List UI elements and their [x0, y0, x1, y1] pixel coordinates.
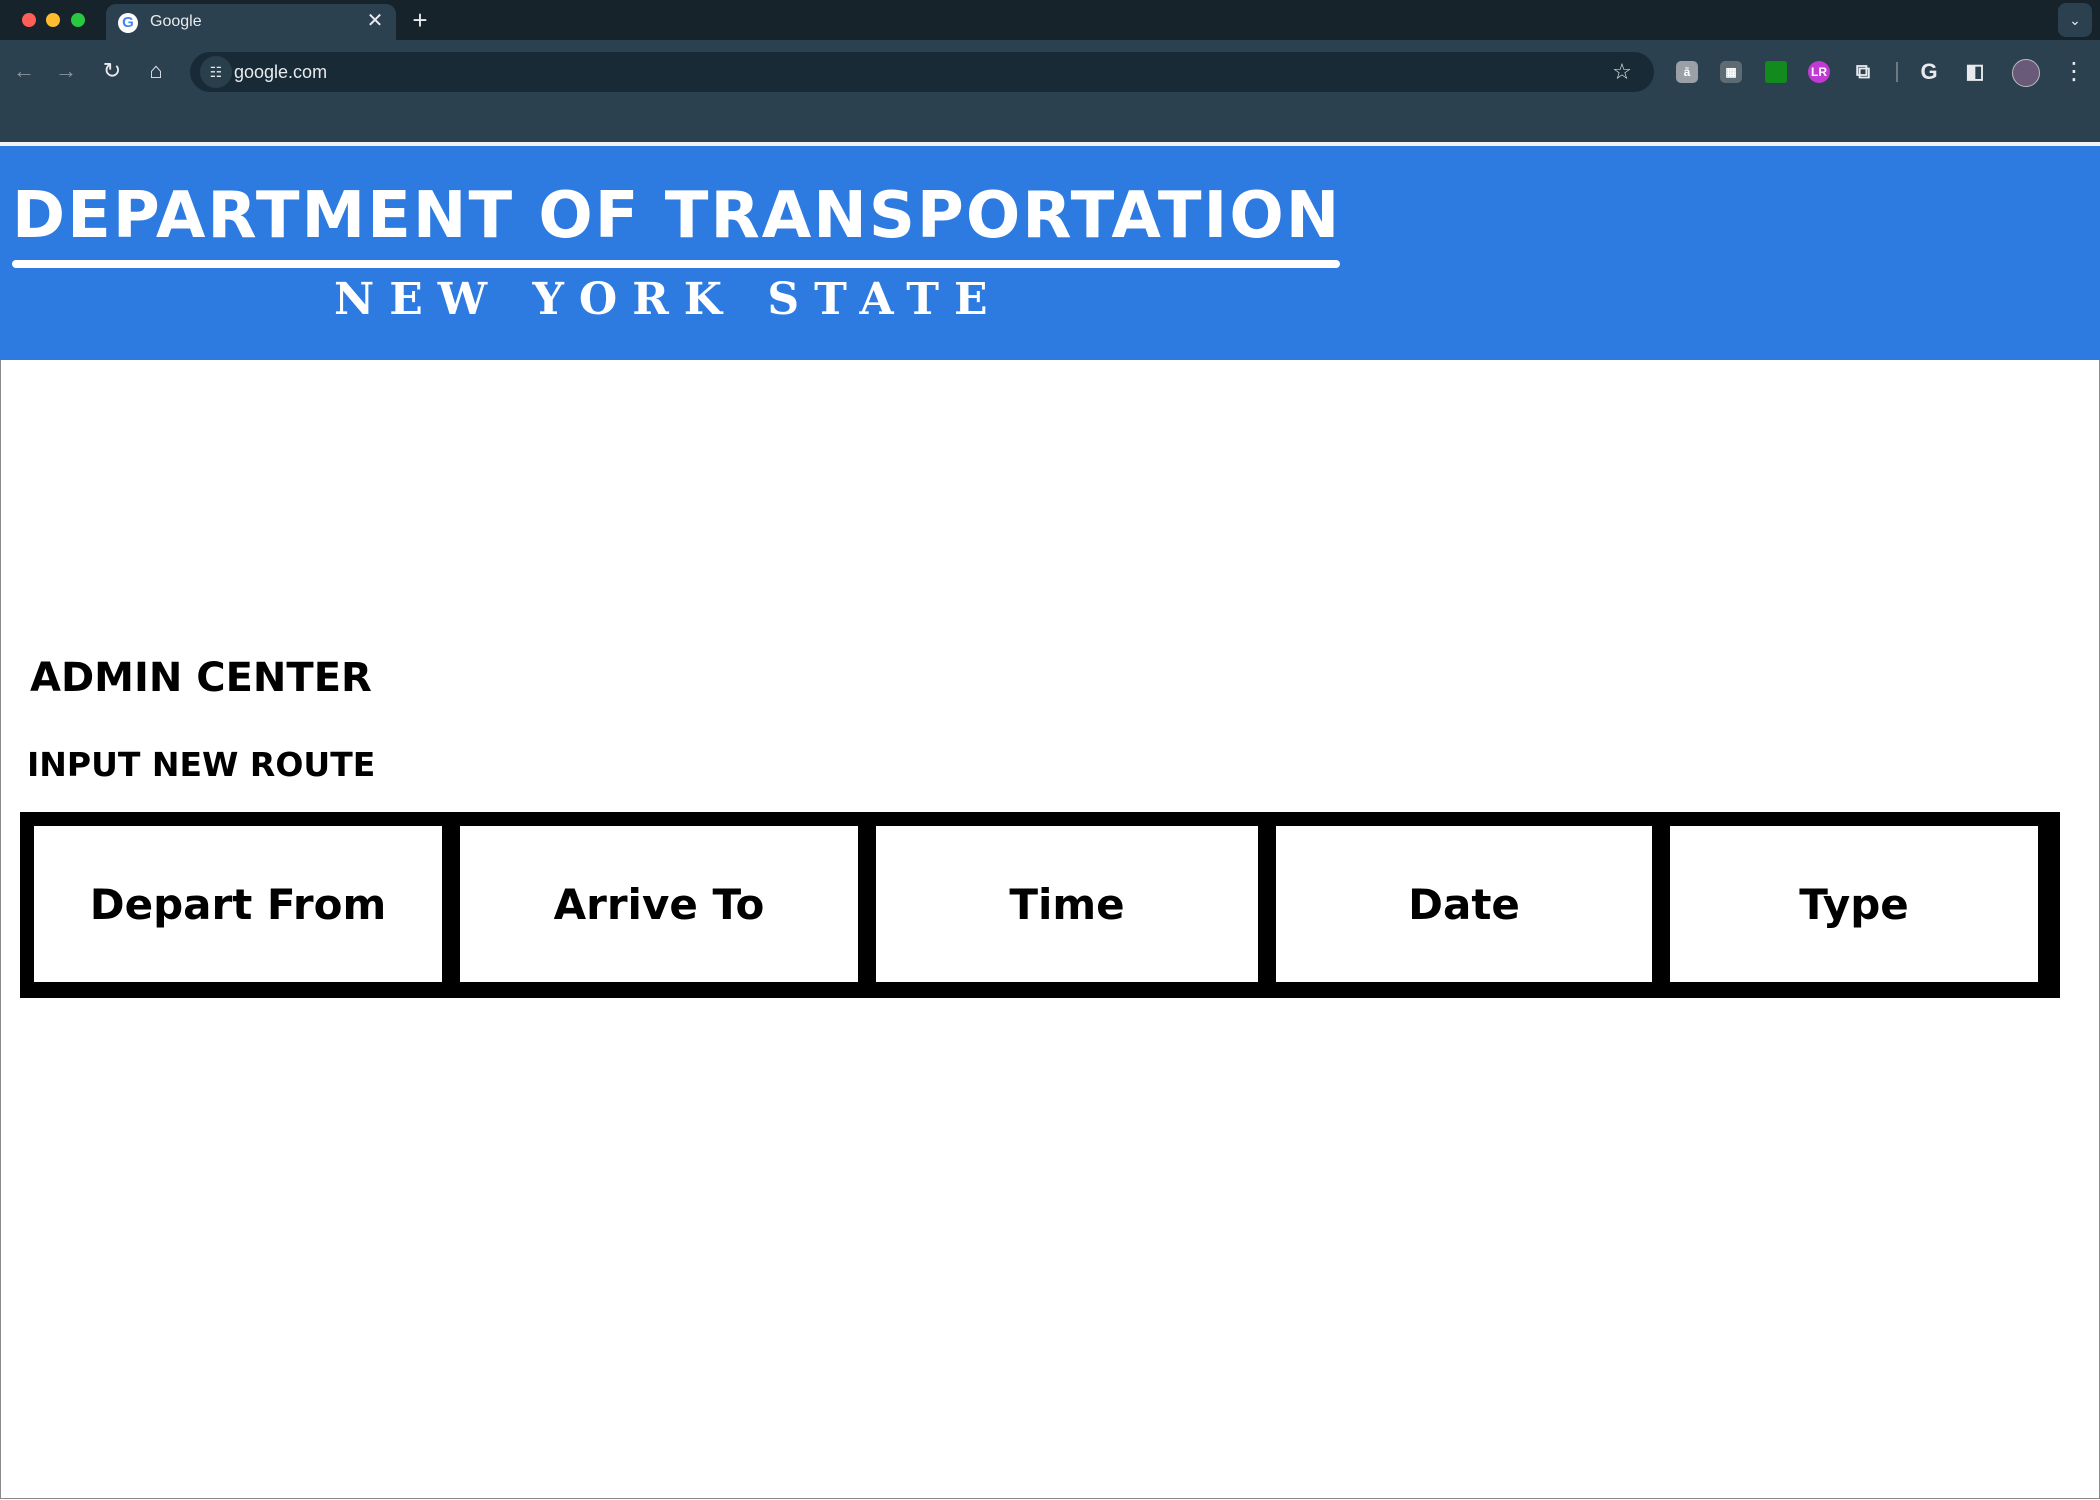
reload-icon[interactable]: ↻	[94, 53, 130, 89]
banner-title: DEPARTMENT OF TRANSPORTATION	[12, 179, 1342, 253]
admin-center-title: ADMIN CENTER	[30, 655, 372, 701]
dot-banner: DEPARTMENT OF TRANSPORTATION NEW YORK ST…	[0, 146, 2100, 360]
green-extension-icon[interactable]	[1765, 61, 1787, 83]
banner-underline	[12, 260, 1340, 268]
home-icon[interactable]: ⌂	[138, 53, 174, 89]
side-panel-icon[interactable]: ◧	[1964, 61, 1986, 83]
profile-avatar[interactable]	[2012, 59, 2040, 87]
google-g-icon[interactable]: G	[1918, 61, 1940, 83]
date-field[interactable]: Date	[1276, 826, 1652, 982]
input-new-route-title: INPUT NEW ROUTE	[27, 745, 376, 784]
close-window-button[interactable]	[22, 13, 36, 27]
tab-close-icon[interactable]: ✕	[364, 10, 386, 32]
browser-tab-google[interactable]: G Google ✕	[106, 4, 396, 40]
back-arrow-icon[interactable]: ←	[6, 53, 42, 89]
bookmark-star-icon[interactable]: ☆	[1606, 56, 1638, 88]
route-input-table: Depart From Arrive To Time Date Type	[20, 812, 2060, 998]
google-favicon-icon: G	[118, 13, 138, 33]
maximize-window-button[interactable]	[71, 13, 85, 27]
address-bar[interactable]: ☷ google.com ☆	[190, 52, 1654, 92]
depart-from-field[interactable]: Depart From	[34, 826, 442, 982]
url-text[interactable]: google.com	[234, 62, 327, 83]
site-settings-icon[interactable]: ☷	[200, 56, 232, 88]
new-tab-button[interactable]: +	[406, 6, 434, 34]
lr-extension-icon[interactable]: LR	[1808, 61, 1830, 83]
translate-extension-icon[interactable]: ā	[1676, 61, 1698, 83]
favicon-letter: G	[122, 14, 134, 31]
browser-tab-strip: G Google ✕ + ⌄	[0, 0, 2100, 40]
toolbar-separator	[1896, 62, 1898, 82]
tab-search-icon[interactable]: ⌄	[2058, 3, 2092, 37]
minimize-window-button[interactable]	[46, 13, 60, 27]
type-field[interactable]: Type	[1670, 826, 2038, 982]
browser-toolbar: ← → ↻ ⌂ ☷ google.com ☆ ā ▦ LR ⧉ G ◧ ⋮	[0, 40, 2100, 144]
banner-subtitle: NEW YORK STATE	[334, 274, 1003, 325]
grid-extension-icon[interactable]: ▦	[1720, 61, 1742, 83]
browser-menu-icon[interactable]: ⋮	[2060, 57, 2088, 87]
puzzle-extensions-icon[interactable]: ⧉	[1852, 61, 1874, 83]
forward-arrow-icon[interactable]: →	[48, 53, 84, 89]
arrive-to-field[interactable]: Arrive To	[460, 826, 858, 982]
time-field[interactable]: Time	[876, 826, 1258, 982]
tab-title: Google	[150, 13, 202, 30]
